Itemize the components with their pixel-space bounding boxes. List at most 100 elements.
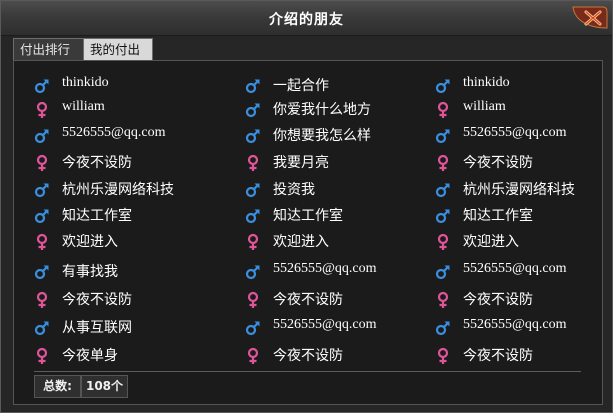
friend-name: 欢迎进入 [463, 235, 519, 250]
female-icon [437, 154, 449, 171]
friend-item[interactable]: thinkido [435, 73, 595, 97]
friend-name: 投资我 [273, 183, 315, 198]
friend-name: 5526555@qq.com [62, 125, 166, 140]
female-icon [247, 347, 259, 364]
male-icon [245, 183, 260, 198]
friend-name: 今夜不设防 [463, 156, 533, 171]
tab-my-contribution[interactable]: 我的付出 [83, 38, 153, 60]
friend-item[interactable]: 你想要我怎么样 [245, 123, 425, 147]
friend-name: 我要月亮 [273, 156, 329, 171]
friend-item[interactable]: 5526555@qq.com [435, 123, 595, 147]
friend-row: 今夜不设防 我要月亮 今夜不设防 [14, 150, 602, 174]
friend-name: 从事互联网 [62, 321, 132, 336]
friend-item[interactable]: 今夜不设防 [435, 343, 595, 367]
friends-window: 介绍的朋友 付出排行 我的付出 thinkido 一起合作 thinkido will… [0, 0, 613, 413]
friends-panel: thinkido 一起合作 thinkido william 你爱我什么地方 willia… [13, 60, 603, 405]
friend-item[interactable]: 5526555@qq.com [245, 315, 425, 339]
friend-name: 你想要我怎么样 [273, 129, 371, 144]
female-icon [437, 347, 449, 364]
friend-item[interactable]: 有事找我 [34, 259, 234, 283]
female-icon [247, 233, 259, 250]
male-icon [435, 183, 450, 198]
friend-item[interactable]: 我要月亮 [245, 150, 425, 174]
friend-row: 欢迎进入 欢迎进入 欢迎进入 [14, 229, 602, 253]
friend-item[interactable]: 知达工作室 [34, 203, 234, 227]
friend-name: 今夜不设防 [62, 293, 132, 308]
tab-ranking[interactable]: 付出排行 [13, 38, 85, 60]
friend-name: 知达工作室 [463, 209, 533, 224]
total-label: 总数: [34, 375, 81, 398]
friend-item[interactable]: 从事互联网 [34, 315, 234, 339]
female-icon [437, 233, 449, 250]
male-icon [34, 79, 49, 94]
friend-name: thinkido [463, 75, 510, 90]
friend-name: 知达工作室 [273, 209, 343, 224]
friend-name: william [62, 99, 105, 114]
friend-item[interactable]: 5526555@qq.com [245, 259, 425, 283]
male-icon [34, 321, 49, 336]
friend-item[interactable]: 知达工作室 [245, 203, 425, 227]
female-icon [437, 101, 449, 118]
male-icon [34, 209, 49, 224]
friend-name: 5526555@qq.com [273, 261, 377, 276]
friend-row: william 你爱我什么地方 william [14, 97, 602, 121]
friend-name: 杭州乐漫网络科技 [62, 183, 174, 198]
friend-item[interactable]: thinkido [34, 73, 234, 97]
friend-name: 今夜不设防 [273, 293, 343, 308]
friend-item[interactable]: 5526555@qq.com [34, 123, 234, 147]
friend-name: 5526555@qq.com [273, 317, 377, 332]
friend-name: 知达工作室 [62, 209, 132, 224]
friend-row: 杭州乐漫网络科技 投资我 杭州乐漫网络科技 [14, 177, 602, 201]
friend-item[interactable]: 今夜不设防 [435, 287, 595, 311]
friend-row: 5526555@qq.com 你想要我怎么样 5526555@qq.com [14, 123, 602, 147]
friend-item[interactable]: 今夜不设防 [34, 287, 234, 311]
friend-name: 杭州乐漫网络科技 [463, 183, 575, 198]
friend-name: thinkido [62, 75, 109, 90]
friend-name: 今夜不设防 [463, 293, 533, 308]
friend-row: 知达工作室 知达工作室 知达工作室 [14, 203, 602, 227]
close-button[interactable] [570, 4, 608, 30]
friend-name: 今夜不设防 [62, 156, 132, 171]
female-icon [437, 291, 449, 308]
friend-item[interactable]: 杭州乐漫网络科技 [435, 177, 595, 201]
friend-item[interactable]: 投资我 [245, 177, 425, 201]
male-icon [435, 321, 450, 336]
friend-item[interactable]: 5526555@qq.com [435, 315, 595, 339]
friend-item[interactable]: 5526555@qq.com [435, 259, 595, 283]
female-icon [36, 154, 48, 171]
window-title: 介绍的朋友 [269, 12, 344, 28]
male-icon [245, 209, 260, 224]
friend-item[interactable]: 今夜不设防 [245, 343, 425, 367]
female-icon [247, 291, 259, 308]
friend-item[interactable]: 知达工作室 [435, 203, 595, 227]
friend-row: 有事找我 5526555@qq.com 5526555@qq.com [14, 259, 602, 283]
friend-item[interactable]: william [435, 97, 595, 121]
friend-name: 欢迎进入 [273, 235, 329, 250]
close-icon [572, 6, 608, 29]
friend-name: 有事找我 [62, 265, 118, 280]
friend-item[interactable]: 今夜单身 [34, 343, 234, 367]
friend-item[interactable]: 今夜不设防 [435, 150, 595, 174]
friend-row: 今夜不设防 今夜不设防 今夜不设防 [14, 287, 602, 311]
friend-item[interactable]: 今夜不设防 [245, 287, 425, 311]
friend-name: 欢迎进入 [62, 235, 118, 250]
friend-item[interactable]: william [34, 97, 234, 121]
friend-item[interactable]: 杭州乐漫网络科技 [34, 177, 234, 201]
male-icon [245, 129, 260, 144]
friend-item[interactable]: 欢迎进入 [34, 229, 234, 253]
total-count: 108个 [81, 375, 128, 398]
female-icon [36, 347, 48, 364]
friend-item[interactable]: 一起合作 [245, 73, 425, 97]
footer-divider [34, 371, 581, 372]
friend-name: 5526555@qq.com [463, 261, 567, 276]
friend-item[interactable]: 今夜不设防 [34, 150, 234, 174]
friend-item[interactable]: 欢迎进入 [435, 229, 595, 253]
male-icon [34, 129, 49, 144]
friend-item[interactable]: 你爱我什么地方 [245, 97, 425, 121]
friend-name: 一起合作 [273, 79, 329, 94]
male-icon [435, 129, 450, 144]
female-icon [247, 154, 259, 171]
male-icon [34, 265, 49, 280]
friend-item[interactable]: 欢迎进入 [245, 229, 425, 253]
title-bar: 介绍的朋友 [1, 1, 612, 36]
